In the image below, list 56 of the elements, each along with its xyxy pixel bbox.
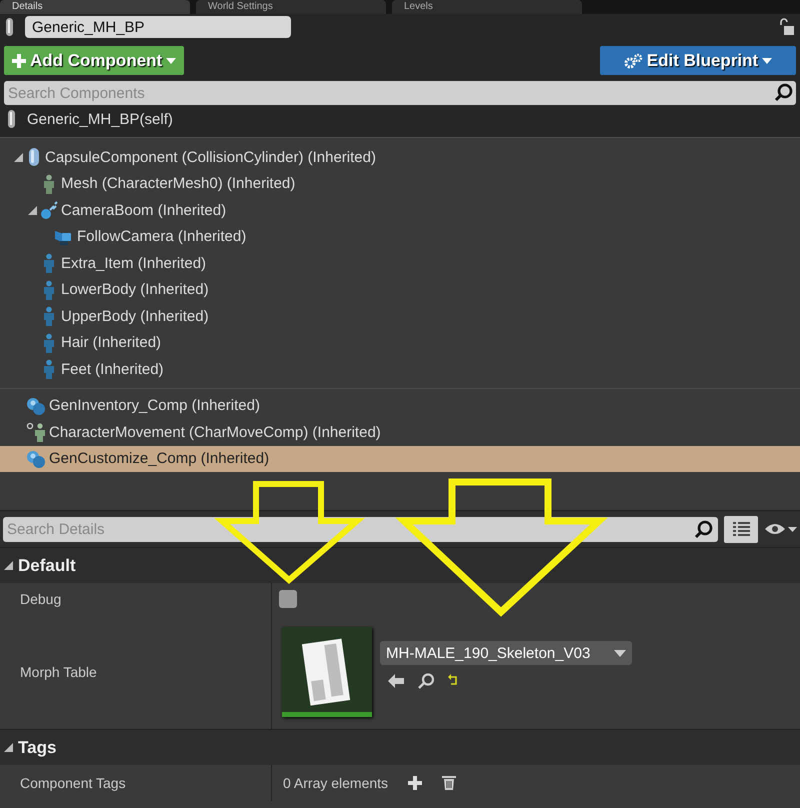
search-icon (694, 520, 714, 540)
view-options-button[interactable] (724, 516, 758, 542)
tree-item[interactable]: Hair (Inherited) (0, 330, 800, 356)
tree-item[interactable]: UpperBody (Inherited) (0, 303, 800, 330)
gears-icon (624, 52, 643, 68)
tree-item[interactable]: CameraBoom (Inherited) (0, 197, 800, 224)
section-title: Default (18, 556, 76, 576)
list-icon (732, 522, 750, 536)
movement-icon (26, 422, 46, 442)
caret-icon (614, 650, 626, 656)
eye-icon (764, 522, 786, 536)
boom-icon (40, 200, 58, 220)
property-label: Component Tags (20, 775, 126, 791)
component-icon (26, 448, 46, 469)
tree-item[interactable]: GenCustomize_Comp (Inherited) (0, 446, 800, 472)
plus-icon[interactable] (408, 776, 422, 790)
search-icon (774, 83, 794, 103)
property-label: Morph Table (20, 664, 97, 680)
unlock-icon (778, 18, 796, 36)
tree-item[interactable]: Mesh (CharacterMesh0) (Inherited) (0, 170, 800, 197)
trash-icon[interactable] (442, 775, 456, 791)
array-count: 0 Array elements (283, 775, 388, 791)
caret-icon (762, 58, 772, 64)
tree-item[interactable]: Feet (Inherited) (0, 356, 800, 382)
tree-item[interactable]: CapsuleComponent (CollisionCylinder) (Inherited) (0, 144, 800, 170)
search-field[interactable]: Search Components (4, 81, 796, 105)
tree-item[interactable]: GenInventory_Comp (Inherited) (0, 392, 800, 419)
expand-arrow-icon[interactable] (4, 743, 13, 752)
property-label: Debug (20, 591, 62, 607)
caret-icon (166, 58, 176, 64)
asset-dropdown[interactable]: MH-MALE_190_Skeleton_V03 (380, 641, 632, 665)
edit-blueprint-button[interactable]: Edit Blueprint (600, 46, 796, 75)
expand-arrow-icon[interactable] (28, 206, 37, 215)
component-icon (26, 396, 46, 416)
tree-item[interactable]: FollowCamera (Inherited) (0, 224, 800, 250)
caret-icon (788, 526, 797, 532)
visibility-button[interactable] (764, 522, 797, 536)
actor-icon (6, 109, 17, 129)
tree-item[interactable]: LowerBody (Inherited) (0, 276, 800, 303)
expand-arrow-icon[interactable] (14, 152, 23, 162)
section-title: Tags (18, 738, 56, 758)
tree-item[interactable]: Extra_Item (Inherited) (0, 250, 800, 276)
checkbox[interactable] (279, 590, 297, 608)
panel-tab[interactable]: Levels (392, 0, 582, 14)
name-field[interactable]: Generic_MH_BP (25, 16, 291, 38)
self-component[interactable]: Generic_MH_BP(self) (27, 110, 173, 128)
arrow-left-icon[interactable] (388, 673, 404, 689)
panel-tab[interactable]: World Settings (196, 0, 386, 14)
tree-item[interactable]: CharacterMovement (CharMoveComp) (Inherited) (0, 419, 800, 446)
asset-thumbnail[interactable] (282, 627, 372, 717)
panel-tab[interactable]: Details (0, 0, 190, 14)
search-icon[interactable] (418, 673, 434, 689)
expand-arrow-icon[interactable] (4, 561, 13, 570)
capsule-icon (26, 147, 42, 168)
plus-icon (12, 54, 26, 68)
actor-icon (4, 17, 15, 37)
